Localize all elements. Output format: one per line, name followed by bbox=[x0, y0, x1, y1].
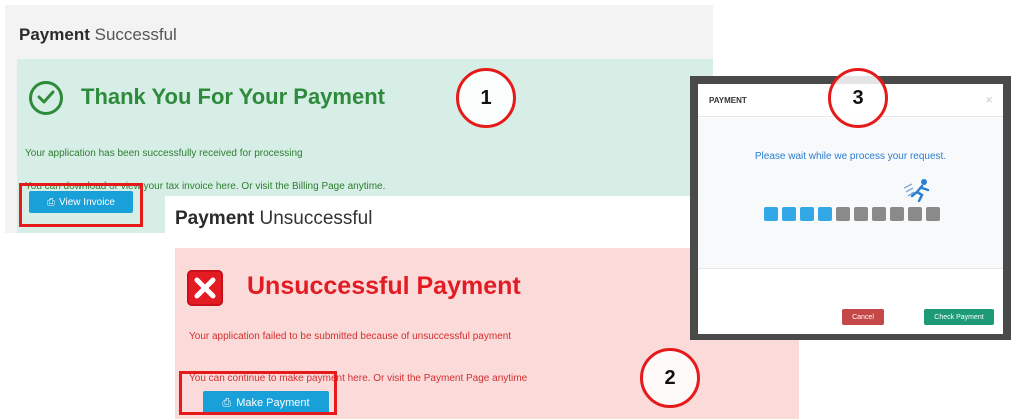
progress-block bbox=[854, 207, 868, 221]
modal-body: Please wait while we process your reques… bbox=[698, 118, 1003, 269]
cancel-button[interactable]: Cancel bbox=[842, 309, 884, 325]
fail-header: Payment Unsuccessful bbox=[175, 208, 372, 230]
success-text-1: Your application has been successfully r… bbox=[25, 148, 303, 159]
progress-block bbox=[890, 207, 904, 221]
fail-title: Unsuccessful Payment bbox=[247, 272, 521, 300]
runner-icon bbox=[903, 179, 930, 202]
fail-header-light: Unsuccessful bbox=[259, 208, 373, 229]
progress-block bbox=[818, 207, 832, 221]
progress-block bbox=[800, 207, 814, 221]
close-icon[interactable]: × bbox=[985, 92, 993, 107]
progress-block bbox=[764, 207, 778, 221]
marker-1: 1 bbox=[456, 68, 516, 128]
progress-block bbox=[908, 207, 922, 221]
x-box-icon bbox=[187, 270, 223, 306]
highlight-box bbox=[19, 183, 143, 227]
wait-message: Please wait while we process your reques… bbox=[754, 151, 947, 162]
progress-block bbox=[782, 207, 796, 221]
modal-title: PAYMENT bbox=[709, 96, 747, 105]
marker-2: 2 bbox=[640, 348, 700, 408]
progress-blocks bbox=[764, 207, 940, 221]
highlight-box bbox=[179, 371, 337, 415]
progress-block bbox=[926, 207, 940, 221]
fail-text-1: Your application failed to be submitted … bbox=[189, 331, 512, 342]
marker-3: 3 bbox=[828, 68, 888, 128]
fail-header-bold: Payment bbox=[175, 208, 255, 229]
success-header-bold: Payment bbox=[19, 25, 90, 44]
success-header-light: Successful bbox=[94, 25, 177, 44]
progress-block bbox=[836, 207, 850, 221]
progress-block bbox=[872, 207, 886, 221]
success-title: Thank You For Your Payment bbox=[81, 84, 385, 109]
success-header: Payment Successful bbox=[19, 25, 177, 45]
check-payment-button[interactable]: Check Payment bbox=[924, 309, 994, 325]
check-circle-icon bbox=[29, 81, 63, 115]
